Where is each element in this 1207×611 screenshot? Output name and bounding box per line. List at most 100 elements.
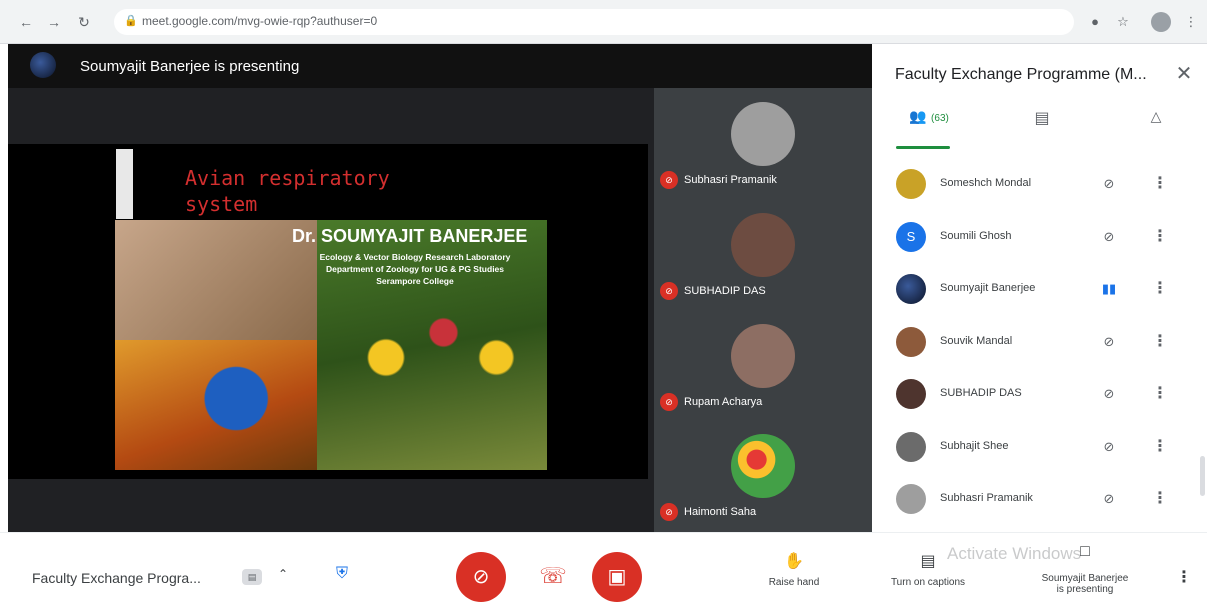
mic-off-icon: ⊘ [472,566,490,588]
presenting-text: Soumyajit Banerjee is presenting [80,58,300,75]
avatar [896,169,926,199]
address-bar[interactable]: 🔒 meet.google.com/mvg-owie-rqp?authuser=… [114,9,1074,35]
leave-call-button[interactable]: ☏ [529,553,577,601]
tab-chat[interactable]: ▤ [1022,108,1062,148]
presentation-stage: Soumyajit Banerjee is presenting Avian r… [8,44,872,532]
slide-white-strip [116,149,133,219]
meeting-controls: Faculty Exchange Progra... ▤ ⌃ ⛨ ⊘ ☏ ▣ ✋… [0,532,1207,611]
profile-avatar[interactable] [1151,12,1171,32]
mic-off-icon: ⊘ [660,282,678,300]
participant-tile[interactable]: ⊘ SUBHADIP DAS [654,203,872,313]
meeting-title[interactable]: Faculty Exchange Progra... [32,570,201,586]
camera-off-icon: ▣ [607,566,627,588]
mic-off-icon: ⊘ [1103,229,1115,244]
participant-row[interactable]: Someshch Mondal ⊘ ⋮ [872,159,1190,211]
more-vert-icon[interactable]: ⋮ [1183,14,1199,30]
participant-name: Souvik Mandal [940,335,1013,347]
lock-icon: 🔒 [124,15,138,27]
more-vert-icon[interactable]: ⋮ [1152,332,1168,352]
mic-off-icon: ⊘ [660,393,678,411]
mic-off-icon: ⊘ [1103,439,1115,454]
tab-people[interactable]: 👥 (63) [900,108,958,148]
people-panel: Faculty Exchange Programme (M... ✕ 👥 (63… [872,44,1207,532]
raise-hand-label: Raise hand [768,577,820,588]
avatar [731,102,795,166]
participant-name: SUBHADIP DAS [940,387,1022,399]
avatar: S [896,222,926,252]
avatar [731,324,795,388]
participant-tile[interactable]: ⊘ Haimonti Saha [654,424,872,534]
panel-title: Faculty Exchange Programme (M... [895,66,1147,83]
mic-off-icon: ⊘ [660,503,678,521]
more-vert-icon[interactable]: ⋮ [1152,437,1168,457]
mic-off-icon: ⊘ [1103,176,1115,191]
close-icon[interactable]: ✕ [1172,62,1196,86]
slide-affiliation-3: Serampore College [376,276,454,286]
participant-name: Subhajit Shee [940,440,1009,452]
chat-icon: ▤ [1034,110,1050,127]
avatar [731,213,795,277]
captions-label: Turn on captions [890,577,966,588]
presenting-bar: Soumyajit Banerjee is presenting [8,44,872,88]
reload-icon[interactable]: ↻ [76,14,92,30]
presenter-name-label: Soumyajit Banerjee [1041,573,1129,584]
more-vert-icon[interactable]: ⋮ [1152,174,1168,194]
browser-toolbar: ← → ↻ 🔒 meet.google.com/mvg-owie-rqp?aut… [0,0,1207,44]
camera-icon[interactable]: ● [1087,14,1103,30]
presenter-avatar [30,52,56,78]
participant-row[interactable]: Souvik Mandal ⊘ ⋮ [872,317,1190,369]
participant-name: Someshch Mondal [940,177,1032,189]
raise-hand-button[interactable]: ✋ Raise hand [758,551,830,588]
participant-tiles: ⊘ Subhasri Pramanik ⊘ SUBHADIP DAS ⊘ Rup… [654,88,872,532]
participant-row[interactable]: S Soumili Ghosh ⊘ ⋮ [872,212,1190,264]
shapes-icon: △ [1150,108,1162,124]
presenting-label: is presenting [1056,584,1114,595]
activate-windows-watermark: Activate Windows [947,544,1082,563]
avatar [731,434,795,498]
participant-tile[interactable]: ⊘ Subhasri Pramanik [654,92,872,202]
active-tab-indicator [896,146,950,149]
phone-hangup-icon: ☏ [539,563,567,588]
shield-icon[interactable]: ⛨ [332,565,352,589]
mic-off-icon: ⊘ [1103,491,1115,506]
more-vert-icon[interactable]: ⋮ [1152,384,1168,404]
slide-presenter-name: Dr. SOUMYAJIT BANERJEE [292,226,528,246]
more-vert-icon[interactable]: ⋮ [1152,489,1168,509]
tile-name: SUBHADIP DAS [684,285,766,297]
people-icon: 👥 [909,108,927,124]
participant-name: Soumili Ghosh [940,230,1012,242]
participant-row[interactable]: Subhasri Pramanik ⊘ ⋮ [872,474,1190,526]
participant-row[interactable]: Subhajit Shee ⊘ ⋮ [872,422,1190,474]
panel-scrollbar[interactable] [1200,456,1205,496]
mic-toggle-button[interactable]: ⊘ [456,552,506,602]
participant-tile[interactable]: ⊘ Rupam Acharya [654,314,872,424]
more-vert-icon[interactable]: ⋮ [1152,227,1168,247]
star-icon[interactable]: ☆ [1115,14,1131,30]
avatar [896,484,926,514]
closed-caption-icon[interactable]: ▤ [242,569,262,585]
tile-name: Haimonti Saha [684,506,757,518]
tile-name: Rupam Acharya [684,396,763,408]
arrow-right-icon[interactable]: → [46,14,62,30]
chevron-up-icon[interactable]: ⌃ [275,567,291,587]
captions-icon: ▤ [920,553,936,570]
mic-off-icon: ⊘ [660,171,678,189]
avatar [896,327,926,357]
speaking-icon: ▮▮ [1101,281,1117,296]
bluebird-image [115,340,317,470]
participant-name: Soumyajit Banerjee [940,282,1036,294]
url-text: meet.google.com/mvg-owie-rqp?authuser=0 [142,14,378,28]
more-vert-icon[interactable]: ⋮ [1176,567,1192,587]
tab-activities[interactable]: △ [1136,108,1176,148]
participant-name: Subhasri Pramanik [940,492,1033,504]
participant-row[interactable]: Soumyajit Banerjee ▮▮ ⋮ [872,264,1190,316]
mic-off-icon: ⊘ [1103,386,1115,401]
hand-icon: ✋ [784,553,804,570]
shared-slide: Avian respiratory system Dr. SOUMYAJIT B… [8,144,648,479]
present-screen-button[interactable]: □ [1070,543,1100,569]
camera-toggle-button[interactable]: ▣ [592,552,642,602]
participant-row[interactable]: SUBHADIP DAS ⊘ ⋮ [872,369,1190,421]
arrow-left-icon[interactable]: ← [18,14,34,30]
slide-title-line-1: Avian respiratory [185,166,390,190]
more-vert-icon[interactable]: ⋮ [1152,279,1168,299]
